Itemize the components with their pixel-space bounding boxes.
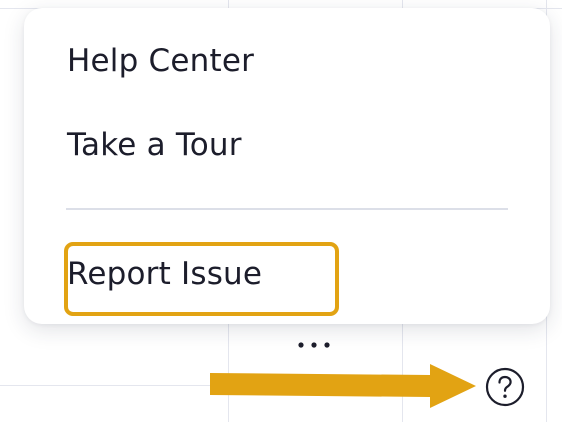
grid-line	[0, 385, 220, 386]
more-horizontal-icon[interactable]	[297, 331, 331, 355]
menu-divider	[66, 208, 508, 210]
menu-item-take-a-tour[interactable]: Take a Tour	[67, 125, 242, 165]
question-circle-icon[interactable]	[485, 367, 525, 407]
menu-item-report-issue[interactable]: Report Issue	[67, 254, 262, 294]
menu-item-help-center[interactable]: Help Center	[67, 41, 254, 81]
help-menu-popover: Help Center Take a Tour Report Issue	[24, 8, 550, 324]
